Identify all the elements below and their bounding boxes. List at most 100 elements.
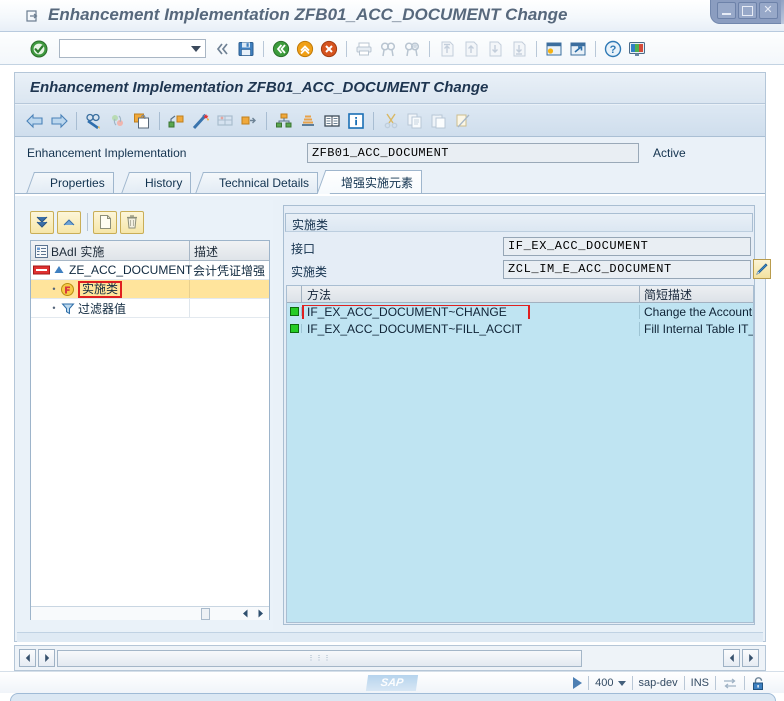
tree-row-filter-value[interactable]: • 过滤器值 — [31, 299, 269, 318]
impl-class-row: 实施类 ZCL_IM_E_ACC_DOCUMENT — [285, 259, 771, 281]
back-arrow-icon[interactable] — [23, 110, 47, 132]
green-square-icon[interactable] — [287, 307, 302, 316]
new-document-icon[interactable] — [93, 210, 117, 234]
export-icon[interactable] — [237, 110, 261, 132]
create-badi-impl-icon[interactable] — [165, 110, 189, 132]
screen-title-bar: Enhancement Implementation ZFB01_ACC_DOC… — [15, 74, 765, 104]
enhancement-implementation-value[interactable]: ZFB01_ACC_DOCUMENT — [307, 143, 639, 163]
bottom-horizontal-scrollbar[interactable]: ⋮⋮⋮ — [14, 645, 766, 671]
tab-technical-details[interactable]: Technical Details — [206, 172, 319, 193]
magic-wand-icon[interactable] — [189, 110, 213, 132]
chevron-down-icon[interactable] — [191, 46, 201, 52]
status-badge: Active — [653, 146, 686, 160]
command-input[interactable] — [60, 41, 188, 56]
hierarchy-icon[interactable] — [272, 110, 296, 132]
grid-column-header-method: 方法 — [302, 286, 640, 302]
toolbar-divider — [536, 41, 537, 57]
tree-row-impl-class[interactable]: • 实施类 — [31, 280, 269, 299]
impl-class-label: 实施类 — [291, 265, 328, 279]
save-icon[interactable] — [235, 38, 257, 60]
tree-row-description: 会计凭证增强 — [193, 263, 266, 278]
chevron-down-icon[interactable] — [617, 680, 626, 686]
grid-row-change[interactable]: IF_EX_ACC_DOCUMENT~CHANGE Change the Acc… — [287, 303, 753, 320]
badi-impl-icon — [33, 264, 51, 276]
customize-layout-icon[interactable] — [626, 38, 648, 60]
tree-column-icon — [35, 245, 48, 258]
scroll-thumb[interactable]: ⋮⋮⋮ — [57, 650, 582, 667]
toolbar-divider — [346, 41, 347, 57]
client-number: 400 — [595, 677, 614, 689]
collapse-all-icon[interactable] — [57, 210, 81, 234]
close-button[interactable] — [758, 2, 778, 19]
help-icon[interactable]: ? — [602, 38, 624, 60]
create-session-icon[interactable] — [543, 38, 565, 60]
filter-value-icon — [61, 302, 75, 315]
tree-row-label: ZE_ACC_DOCUMENT — [69, 263, 193, 277]
interface-value[interactable]: IF_EX_ACC_DOCUMENT — [503, 237, 751, 256]
status-bar: SAP https://blog.csdn.net/许三多 400 sap-de… — [0, 671, 784, 693]
tree-row-description — [190, 299, 269, 317]
toolbar-divider — [266, 111, 267, 130]
status-client[interactable]: 400 — [588, 676, 631, 690]
tree-row-label-selected: 实施类 — [78, 280, 123, 298]
minimize-button[interactable] — [716, 2, 736, 19]
method-grid[interactable]: 方法 简短描述 IF_EX_ACC_DOCUMENT~CHANGE Change… — [286, 285, 754, 623]
scroll-left-icon[interactable] — [239, 607, 252, 620]
list-icon — [320, 110, 344, 132]
refresh-icon — [106, 110, 130, 132]
back-green-icon[interactable] — [270, 38, 292, 60]
impl-class-value[interactable]: ZCL_IM_E_ACC_DOCUMENT — [503, 260, 751, 279]
sap-gui-window: Enhancement Implementation ZFB01_ACC_DOC… — [0, 0, 784, 701]
create-shortcut-icon[interactable] — [567, 38, 589, 60]
information-icon[interactable] — [344, 110, 368, 132]
enhancement-implementation-row: Enhancement Implementation ZFB01_ACC_DOC… — [15, 140, 765, 168]
exit-orange-icon[interactable] — [294, 38, 316, 60]
cancel-red-icon[interactable] — [318, 38, 340, 60]
scroll-right-icon[interactable] — [38, 649, 55, 667]
tree-bullet-icon: • — [52, 303, 56, 313]
toolbar-divider — [429, 41, 430, 57]
forward-arrow-icon[interactable] — [47, 110, 71, 132]
tab-history[interactable]: History — [132, 172, 192, 193]
enhancement-implementation-label: Enhancement Implementation — [27, 146, 187, 160]
green-square-icon[interactable] — [287, 324, 302, 333]
display-change-icon[interactable] — [82, 110, 106, 132]
unlocked-icon[interactable] — [744, 676, 772, 690]
scroll-left-icon-right[interactable] — [723, 649, 740, 667]
toolbar-divider — [373, 111, 374, 130]
command-field[interactable] — [59, 39, 206, 58]
grid-cell-description: Change the Accountin — [644, 304, 753, 319]
green-check-icon[interactable] — [30, 40, 48, 58]
tree-column-header-desc: 描述 — [194, 245, 219, 259]
tree-horizontal-scrollbar[interactable] — [31, 606, 269, 620]
next-page-icon — [484, 38, 506, 60]
tab-enhancement-elements[interactable]: 增强实施元素 — [328, 170, 423, 193]
interface-label: 接口 — [291, 242, 316, 256]
badi-tree[interactable]: BAdI 实施 描述 ZE_ACC_DOCUMENT 会计凭证增强 • 实施类 … — [30, 240, 270, 620]
print-icon — [353, 38, 375, 60]
scroll-right-icon[interactable] — [254, 607, 267, 620]
delete-trash-icon[interactable] — [120, 210, 144, 234]
status-insert-mode[interactable]: INS — [683, 676, 715, 690]
scroll-left-icon[interactable] — [19, 649, 36, 667]
previous-page-icon — [460, 38, 482, 60]
double-chevron-left-icon[interactable] — [211, 38, 233, 60]
impl-class-group-title: 实施类 — [285, 213, 753, 232]
execute-triangle-icon[interactable] — [567, 676, 588, 690]
stack-icon — [296, 110, 320, 132]
pencil-edit-icon[interactable] — [753, 259, 771, 279]
grid-row-fill-accit[interactable]: IF_EX_ACC_DOCUMENT~FILL_ACCIT Fill Inter… — [287, 320, 753, 337]
scroll-right-icon-right[interactable] — [742, 649, 759, 667]
tree-expand-icon[interactable] — [53, 264, 65, 276]
tab-properties[interactable]: Properties — [37, 172, 114, 193]
interface-row: 接口 IF_EX_ACC_DOCUMENT — [285, 236, 753, 258]
scroll-thumb[interactable] — [201, 608, 210, 620]
maximize-button[interactable] — [737, 2, 757, 19]
copy-object-icon[interactable] — [130, 110, 154, 132]
server-link-icon[interactable] — [715, 676, 744, 690]
grid-cell-method[interactable]: IF_EX_ACC_DOCUMENT~FILL_ACCIT — [302, 321, 640, 336]
tree-row-badi-impl[interactable]: ZE_ACC_DOCUMENT 会计凭证增强 — [31, 261, 269, 280]
grid-cell-method[interactable]: IF_EX_ACC_DOCUMENT~CHANGE — [302, 304, 640, 319]
tree-row-label: 过滤器值 — [78, 301, 127, 316]
expand-all-icon[interactable] — [30, 210, 54, 234]
